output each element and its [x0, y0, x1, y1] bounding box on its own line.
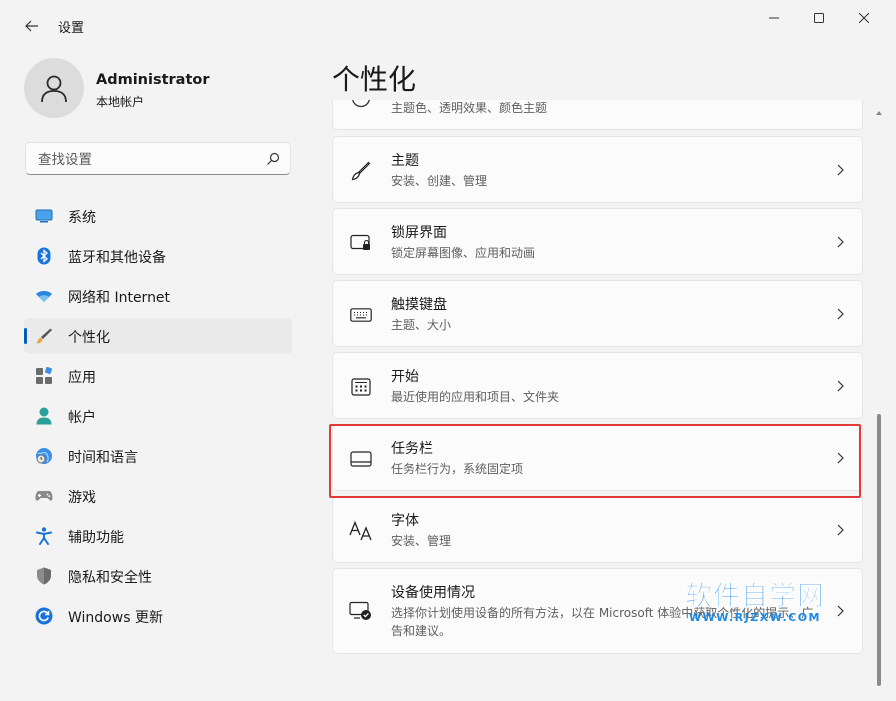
- minimize-button[interactable]: [752, 6, 796, 30]
- display-icon: [35, 207, 53, 225]
- apps-icon: [35, 367, 53, 385]
- fonts-icon: [349, 519, 373, 543]
- card-subtitle: 主题、大小: [391, 318, 452, 332]
- start-menu-icon: [349, 375, 373, 399]
- sidebar-item-label: 蓝牙和其他设备: [68, 250, 166, 266]
- maximize-button[interactable]: [797, 6, 841, 30]
- sidebar-item-label: 游戏: [68, 490, 96, 506]
- sidebar-item-label: 帐户: [68, 410, 96, 426]
- chevron-right-icon: [837, 380, 844, 392]
- person-avatar-icon: [41, 75, 67, 103]
- gamepad-icon: [35, 487, 53, 505]
- sidebar-item-system[interactable]: 系统: [24, 198, 292, 234]
- chevron-right-icon: [837, 524, 844, 536]
- device-usage-icon: [349, 599, 373, 623]
- person-icon: [35, 407, 53, 425]
- sidebar-item-privacy[interactable]: 隐私和安全性: [24, 558, 292, 594]
- card-colors[interactable]: 主题色、透明效果、颜色主题: [332, 100, 863, 130]
- sidebar-item-label: 网络和 Internet: [68, 290, 171, 306]
- card-touch-keyboard[interactable]: 触摸键盘 主题、大小: [332, 280, 863, 347]
- close-button[interactable]: [842, 6, 886, 30]
- card-subtitle: 安装、创建、管理: [391, 174, 488, 188]
- scroll-thumb[interactable]: [877, 414, 881, 686]
- sidebar-item-accessibility[interactable]: 辅助功能: [24, 518, 292, 554]
- sidebar-item-bluetooth[interactable]: 蓝牙和其他设备: [24, 238, 292, 274]
- chevron-right-icon: [837, 308, 844, 320]
- card-title: 锁屏界面: [391, 225, 447, 241]
- watermark: 软件自学网 WWW.RJZXW.COM: [680, 581, 830, 624]
- user-profile[interactable]: Administrator 本地帐户: [24, 58, 294, 120]
- sidebar-item-label: 个性化: [68, 330, 110, 346]
- maximize-icon: [814, 13, 824, 23]
- scroll-up-arrow-icon[interactable]: [876, 110, 882, 116]
- card-themes[interactable]: 主题 安装、创建、管理: [332, 136, 863, 203]
- palette-icon: [349, 100, 373, 110]
- update-icon: [35, 607, 53, 625]
- wifi-icon: [35, 287, 53, 305]
- sidebar-item-label: 应用: [68, 370, 96, 386]
- back-button[interactable]: [18, 12, 46, 40]
- sidebar-item-label: 系统: [68, 210, 96, 226]
- card-title: 触摸键盘: [391, 297, 447, 313]
- avatar: [24, 58, 84, 118]
- card-title: 开始: [391, 369, 419, 385]
- minimize-icon: [769, 17, 779, 19]
- chevron-right-icon: [837, 236, 844, 248]
- close-icon: [859, 13, 869, 23]
- page-title: 个性化: [332, 63, 417, 96]
- card-subtitle: 锁定屏幕图像、应用和动画: [391, 246, 536, 260]
- watermark-url: WWW.RJZXW.COM: [689, 611, 821, 624]
- sidebar-item-label: 隐私和安全性: [68, 570, 152, 586]
- user-name: Administrator: [96, 72, 210, 88]
- sidebar-item-gaming[interactable]: 游戏: [24, 478, 292, 514]
- sidebar-item-windows-update[interactable]: Windows 更新: [24, 598, 292, 634]
- sidebar-item-network[interactable]: 网络和 Internet: [24, 278, 292, 314]
- sidebar-item-label: 时间和语言: [68, 450, 138, 466]
- sidebar-nav: 系统 蓝牙和其他设备 网络和 Internet 个性化 应用 帐户 时间和语言 …: [24, 198, 292, 638]
- account-type: 本地帐户: [96, 95, 145, 109]
- card-title: 设备使用情况: [391, 585, 475, 601]
- title-bar: 设置: [0, 0, 896, 48]
- card-fonts[interactable]: 字体 安装、管理: [332, 496, 863, 563]
- search-input[interactable]: [36, 149, 260, 171]
- keyboard-icon: [349, 303, 373, 327]
- highlight-box: [329, 424, 861, 498]
- window-title: 设置: [58, 21, 85, 36]
- card-title: 字体: [391, 513, 419, 529]
- card-subtitle: 最近使用的应用和项目、文件夹: [391, 390, 560, 404]
- chevron-right-icon: [837, 164, 844, 176]
- lock-screen-icon: [349, 231, 373, 255]
- globe-clock-icon: [35, 447, 53, 465]
- arrow-left-icon: [25, 20, 38, 32]
- watermark-text: 软件自学网: [685, 581, 825, 612]
- sidebar-item-time-language[interactable]: 时间和语言: [24, 438, 292, 474]
- card-start[interactable]: 开始 最近使用的应用和项目、文件夹: [332, 352, 863, 419]
- scrollbar[interactable]: [876, 100, 882, 694]
- brush-outline-icon: [349, 159, 373, 183]
- search-icon: [267, 152, 280, 165]
- search-box[interactable]: [25, 142, 291, 175]
- card-subtitle: 安装、管理: [391, 534, 452, 548]
- shield-icon: [35, 567, 53, 585]
- sidebar-item-apps[interactable]: 应用: [24, 358, 292, 394]
- card-subtitle: 主题色、透明效果、颜色主题: [391, 101, 548, 115]
- card-lock-screen[interactable]: 锁屏界面 锁定屏幕图像、应用和动画: [332, 208, 863, 275]
- accessibility-icon: [35, 527, 53, 545]
- brush-icon: [35, 327, 53, 345]
- chevron-right-icon: [837, 605, 844, 617]
- sidebar-item-personalization[interactable]: 个性化: [24, 318, 292, 354]
- card-title: 主题: [391, 153, 419, 169]
- bluetooth-icon: [35, 247, 53, 265]
- sidebar-item-label: 辅助功能: [68, 530, 124, 546]
- sidebar-item-accounts[interactable]: 帐户: [24, 398, 292, 434]
- sidebar-item-label: Windows 更新: [68, 610, 163, 626]
